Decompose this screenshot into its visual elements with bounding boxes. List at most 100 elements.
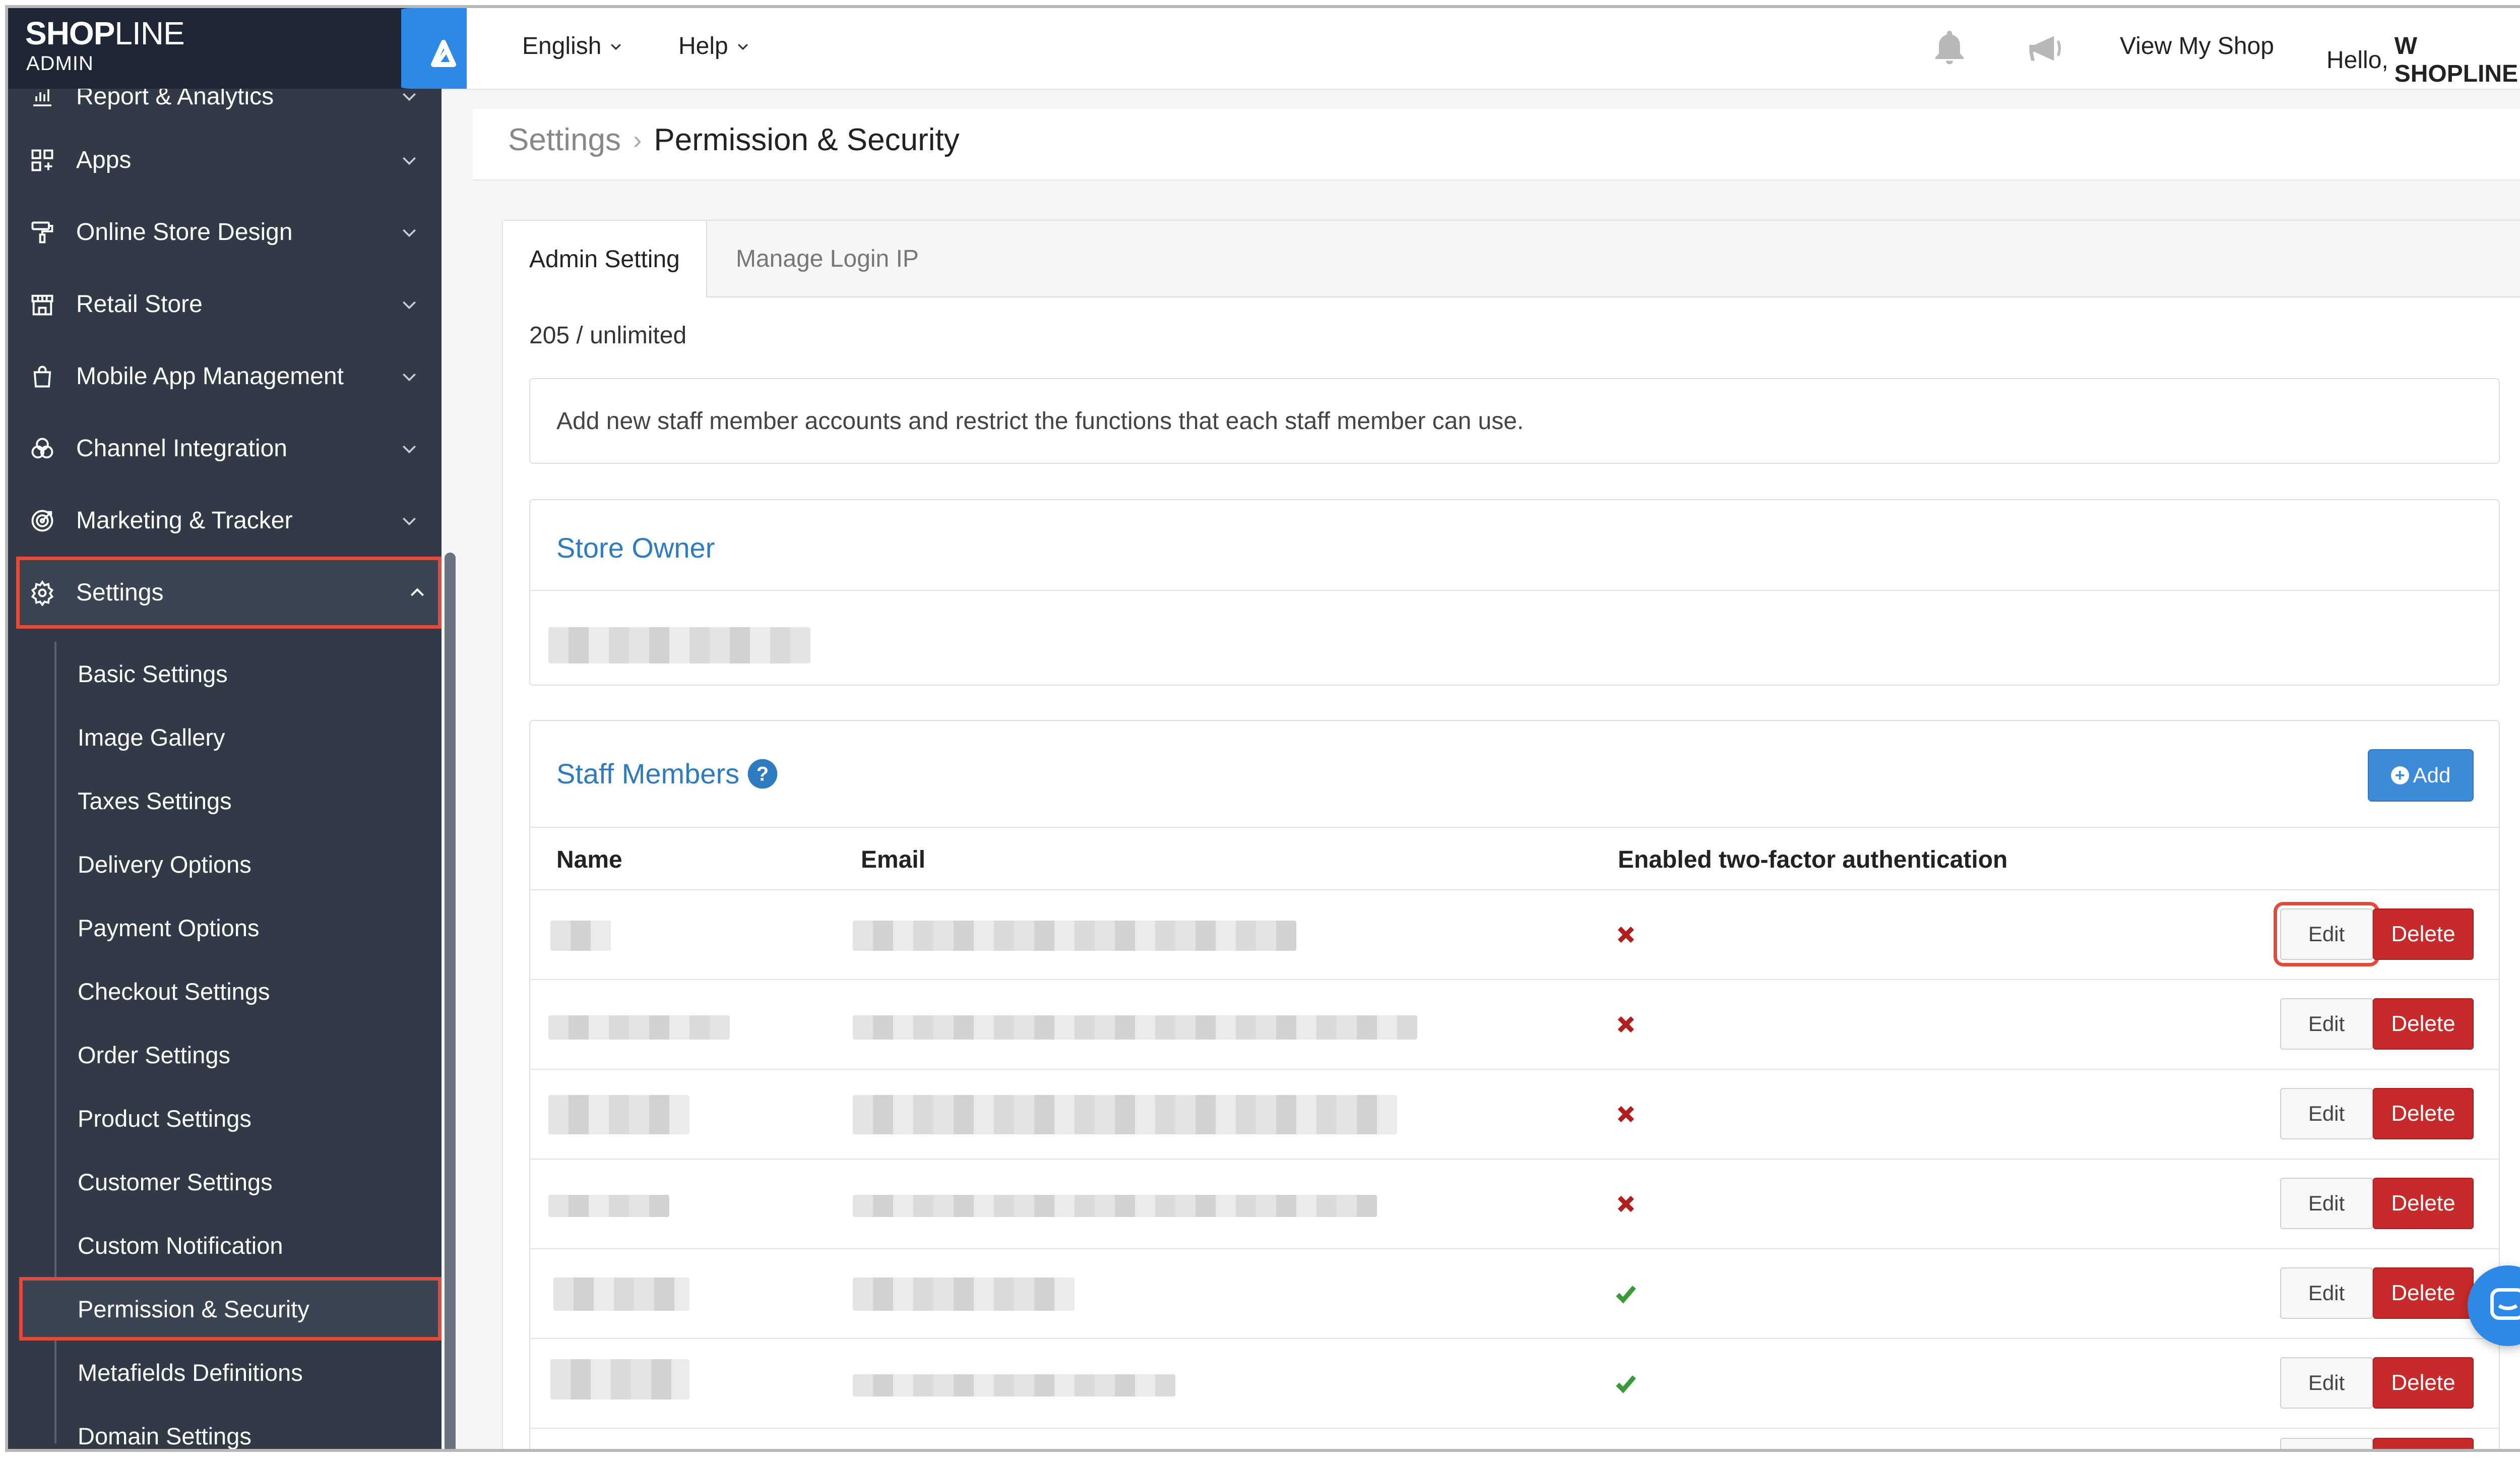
staff-count: 205 / unlimited (529, 322, 687, 349)
sidebar-item-settings[interactable]: Settings (16, 557, 442, 629)
cross-icon (1617, 1016, 1634, 1033)
megaphone-icon[interactable] (2024, 27, 2066, 70)
help-circle-icon[interactable]: ? (746, 758, 779, 790)
chevron-down-icon (399, 150, 419, 170)
page-title: Permission & Security (654, 123, 960, 157)
chevron-down-icon (735, 32, 750, 60)
page-header: Settings › Permission & Security (473, 109, 2520, 180)
sidebar-item-online-store-design[interactable]: Online Store Design (8, 196, 442, 268)
submenu-image-gallery[interactable]: Image Gallery (8, 705, 442, 769)
column-header-email: Email (861, 846, 926, 873)
shopline-logo[interactable]: SHOPLINE (25, 17, 185, 49)
column-header-name: Name (556, 846, 622, 873)
edit-button[interactable]: Edit (2280, 1178, 2373, 1229)
gear-icon (27, 578, 57, 608)
top-bar: English Help View My Shop Hello, W SHOPL… (442, 8, 2520, 90)
plus-circle-icon: + (2390, 766, 2409, 784)
submenu-domain-settings[interactable]: Domain Settings (8, 1404, 442, 1449)
target-icon (27, 506, 57, 536)
sidebar-item-channel-integration[interactable]: Channel Integration (8, 412, 442, 484)
submenu-delivery-options[interactable]: Delivery Options (8, 832, 442, 896)
cross-icon (1617, 1106, 1634, 1123)
store-owner-card: Store Owner (529, 499, 2500, 686)
user-menu[interactable]: Hello, W SHOPLINE (2326, 32, 2520, 88)
delete-button[interactable]: Delete (2373, 1267, 2474, 1319)
staff-email-redacted (853, 921, 1296, 951)
sidebar-item-mobile-app-management[interactable]: Mobile App Management (8, 340, 442, 412)
staff-email-redacted (853, 1195, 1377, 1217)
sidebar-nav: Report & Analytics Apps Online Store Des… (8, 69, 442, 629)
language-dropdown[interactable]: English (522, 32, 623, 60)
sidebar-item-label: Apps (76, 147, 132, 173)
delete-button[interactable] (2373, 1438, 2474, 1449)
staff-members-label: Staff Members (556, 758, 740, 789)
sidebar-item-label: Channel Integration (76, 435, 287, 462)
delete-button[interactable]: Delete (2373, 1178, 2474, 1229)
bell-icon[interactable] (1928, 27, 1971, 70)
main-panel: Admin Setting Manage Login IP 205 / unli… (502, 220, 2520, 1449)
staff-email-redacted (853, 1374, 1175, 1396)
chevron-down-icon (399, 294, 419, 315)
chevron-down-icon (399, 367, 419, 387)
staff-members-card: Staff Members ? + Add Name Email Enabled… (529, 720, 2500, 1449)
submenu-product-settings[interactable]: Product Settings (8, 1086, 442, 1150)
submenu-customer-settings[interactable]: Customer Settings (8, 1150, 442, 1213)
collapse-sidebar-icon[interactable] (401, 8, 467, 89)
tab-admin-setting[interactable]: Admin Setting (503, 221, 707, 297)
shopping-bag-icon (27, 361, 57, 392)
store-owner-title: Store Owner (556, 532, 715, 564)
edit-button[interactable]: Edit (2280, 998, 2373, 1050)
delete-button[interactable]: Delete (2373, 998, 2474, 1050)
sidebar-item-label: Retail Store (76, 291, 203, 318)
check-icon (1616, 1375, 1636, 1393)
staff-name-redacted (548, 1015, 730, 1040)
help-dropdown[interactable]: Help (678, 32, 750, 60)
submenu-custom-notification[interactable]: Custom Notification (8, 1213, 442, 1277)
chevron-down-icon (399, 222, 419, 242)
submenu-metafields-definitions[interactable]: Metafields Definitions (8, 1341, 442, 1404)
submenu-basic-settings[interactable]: Basic Settings (8, 642, 442, 705)
submenu-order-settings[interactable]: Order Settings (8, 1023, 442, 1086)
add-staff-button[interactable]: + Add (2368, 749, 2474, 802)
sidebar-item-apps[interactable]: Apps (8, 124, 442, 196)
submenu-checkout-settings[interactable]: Checkout Settings (8, 959, 442, 1023)
sidebar: SHOPLINE ADMIN Report & Analytics Apps O… (8, 8, 467, 1449)
language-label: English (522, 33, 602, 59)
table-row: Edit Delete (530, 1338, 2499, 1429)
channels-icon (27, 434, 57, 464)
description-text: Add new staff member accounts and restri… (556, 407, 1524, 435)
delete-button[interactable]: Delete (2373, 1088, 2474, 1139)
chevron-down-icon (399, 86, 419, 106)
cross-icon (1617, 926, 1634, 943)
logo-bar: SHOPLINE ADMIN (8, 8, 467, 89)
svg-text:?: ? (757, 763, 769, 785)
sidebar-item-marketing-tracker[interactable]: Marketing & Tracker (8, 484, 442, 557)
breadcrumb-settings-link[interactable]: Settings (508, 122, 621, 158)
edit-button[interactable]: Edit (2274, 902, 2379, 966)
view-my-shop-link[interactable]: View My Shop (2120, 32, 2274, 60)
staff-email-redacted (853, 1095, 1397, 1134)
chevron-down-icon (399, 511, 419, 531)
sidebar-scrollbar[interactable] (445, 553, 456, 1449)
paint-roller-icon (27, 217, 57, 248)
sidebar-item-retail-store[interactable]: Retail Store (8, 268, 442, 340)
sidebar-item-label: Online Store Design (76, 219, 293, 246)
sidebar-item-label: Marketing & Tracker (76, 507, 293, 534)
table-row: Edit Delete (530, 1069, 2499, 1160)
cross-icon (1617, 1195, 1634, 1212)
edit-button[interactable] (2280, 1438, 2373, 1449)
edit-button[interactable]: Edit (2280, 1088, 2373, 1139)
delete-button[interactable]: Delete (2373, 1357, 2474, 1409)
delete-button[interactable]: Delete (2373, 908, 2474, 960)
add-label: Add (2413, 763, 2451, 787)
tab-manage-login-ip[interactable]: Manage Login IP (710, 221, 945, 296)
staff-name-redacted (550, 921, 611, 951)
staff-name-redacted (550, 1359, 689, 1400)
submenu-permission-security[interactable]: Permission & Security (19, 1277, 442, 1341)
submenu-taxes-settings[interactable]: Taxes Settings (8, 769, 442, 832)
submenu-payment-options[interactable]: Payment Options (8, 896, 442, 959)
edit-button[interactable]: Edit (2280, 1267, 2373, 1319)
column-header-tfa: Enabled two-factor authentication (1618, 846, 2008, 873)
table-header-divider (530, 827, 2499, 828)
edit-button[interactable]: Edit (2280, 1357, 2373, 1409)
